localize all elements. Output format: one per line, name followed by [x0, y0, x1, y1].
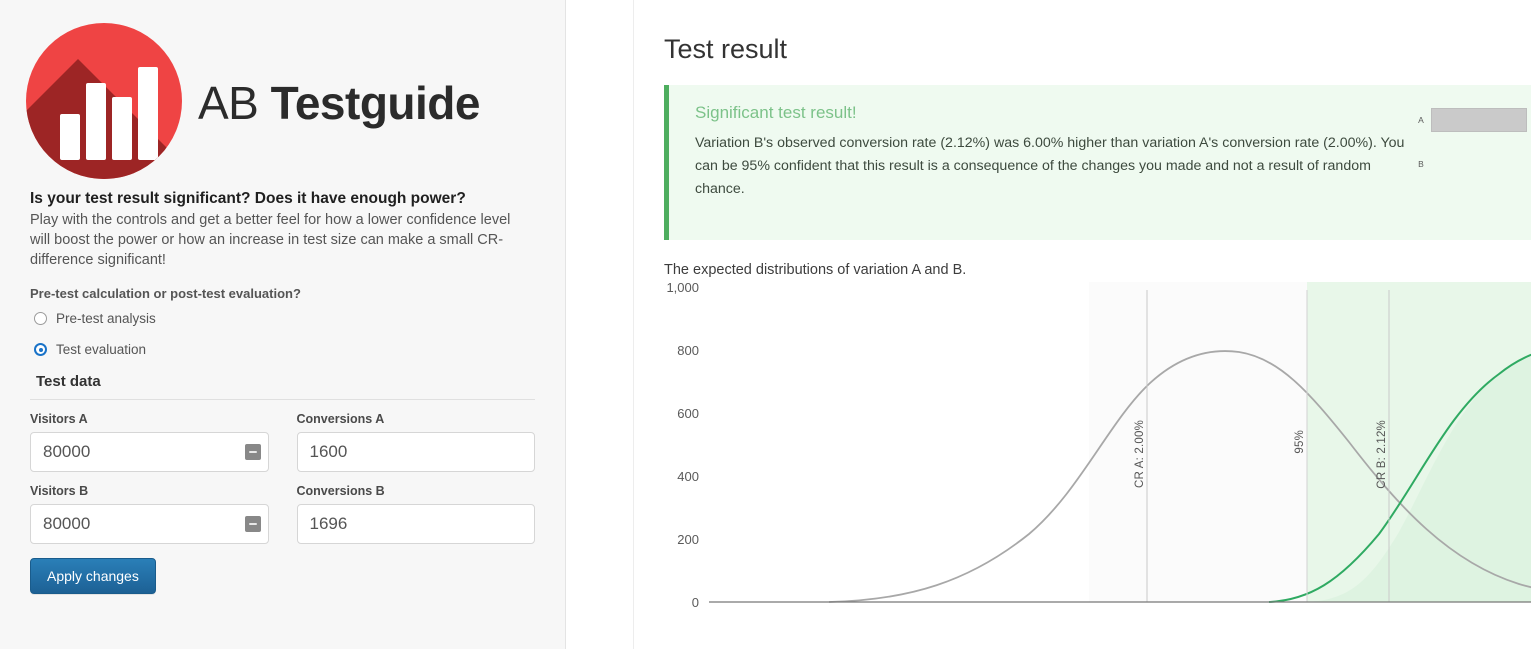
bar-chart-logo-icon	[26, 23, 186, 183]
alert-body: Variation B's observed conversion rate (…	[695, 135, 1405, 197]
radio-test-evaluation[interactable]: Test evaluation	[34, 342, 535, 357]
radio-label-pre-test: Pre-test analysis	[56, 311, 156, 326]
y-tick-800: 800	[677, 343, 699, 358]
distribution-chart: 1,000 800 600 400 200 0 CR A: 2.00% 95% …	[664, 280, 1531, 612]
visitors-b-input[interactable]	[30, 504, 269, 544]
radio-icon-test-evaluation-selected[interactable]	[34, 343, 47, 356]
visitors-a-input[interactable]	[30, 432, 269, 472]
brand-logo[interactable]: AB Testguide	[26, 18, 535, 188]
ab-testguide-app: AB Testguide Is your test result signifi…	[0, 0, 1531, 649]
mini-bar-row-a: A	[1411, 107, 1531, 133]
annotation-95: 95%	[1294, 430, 1306, 454]
conversions-a-input[interactable]	[296, 432, 535, 472]
radio-label-test-evaluation: Test evaluation	[56, 342, 147, 357]
sidebar-tagline: Is your test result significant? Does it…	[30, 190, 466, 207]
y-tick-400: 400	[677, 469, 699, 484]
mini-bar-row-b: B	[1411, 151, 1531, 177]
label-visitors-b: Visitors B	[30, 484, 89, 498]
conversion-comparison-bars: A B	[1411, 107, 1531, 195]
mini-bar-label-a: A	[1418, 115, 1424, 125]
brand-wordmark: AB Testguide	[198, 76, 480, 130]
mode-question-label: Pre-test calculation or post-test evalua…	[30, 286, 301, 301]
test-data-section-title: Test data	[30, 373, 535, 400]
y-tick-0: 0	[691, 595, 699, 610]
brand-name-light: AB	[198, 77, 259, 129]
stepper-icon-visitors-a[interactable]	[244, 444, 261, 460]
results-panel: Test result Significant test result! Var…	[633, 0, 1531, 649]
sidebar-intro: Play with the controls and get a better …	[30, 212, 511, 268]
alert-title: Significant test result!	[695, 103, 857, 122]
y-tick-600: 600	[677, 406, 699, 421]
label-visitors-a: Visitors A	[30, 412, 88, 426]
test-data-fields: Visitors A Visitors B Conversions A	[30, 412, 535, 556]
brand-name-bold: Testguide	[270, 77, 481, 129]
page-title: Test result	[664, 34, 788, 64]
chart-caption: The expected distributions of variation …	[664, 262, 967, 278]
y-tick-1000: 1,000	[666, 280, 699, 295]
significance-alert: Significant test result! Variation B's o…	[664, 85, 1531, 240]
radio-pre-test-analysis[interactable]: Pre-test analysis	[34, 311, 535, 326]
label-conversions-b: Conversions B	[296, 484, 385, 498]
apply-changes-button[interactable]: Apply changes	[30, 558, 156, 594]
annotation-cr-a: CR A: 2.00%	[1134, 420, 1146, 489]
annotation-cr-b: CR B: 2.12%	[1376, 420, 1388, 489]
radio-icon-pre-test[interactable]	[34, 312, 47, 325]
stepper-icon-visitors-b[interactable]	[244, 516, 261, 532]
mini-bar-a	[1431, 108, 1527, 132]
controls-sidebar: AB Testguide Is your test result signifi…	[0, 0, 566, 649]
mini-bar-label-b: B	[1418, 159, 1424, 169]
y-tick-200: 200	[677, 532, 699, 547]
conversions-b-input[interactable]	[296, 504, 535, 544]
distribution-svg	[709, 282, 1531, 603]
label-conversions-a: Conversions A	[296, 412, 385, 426]
